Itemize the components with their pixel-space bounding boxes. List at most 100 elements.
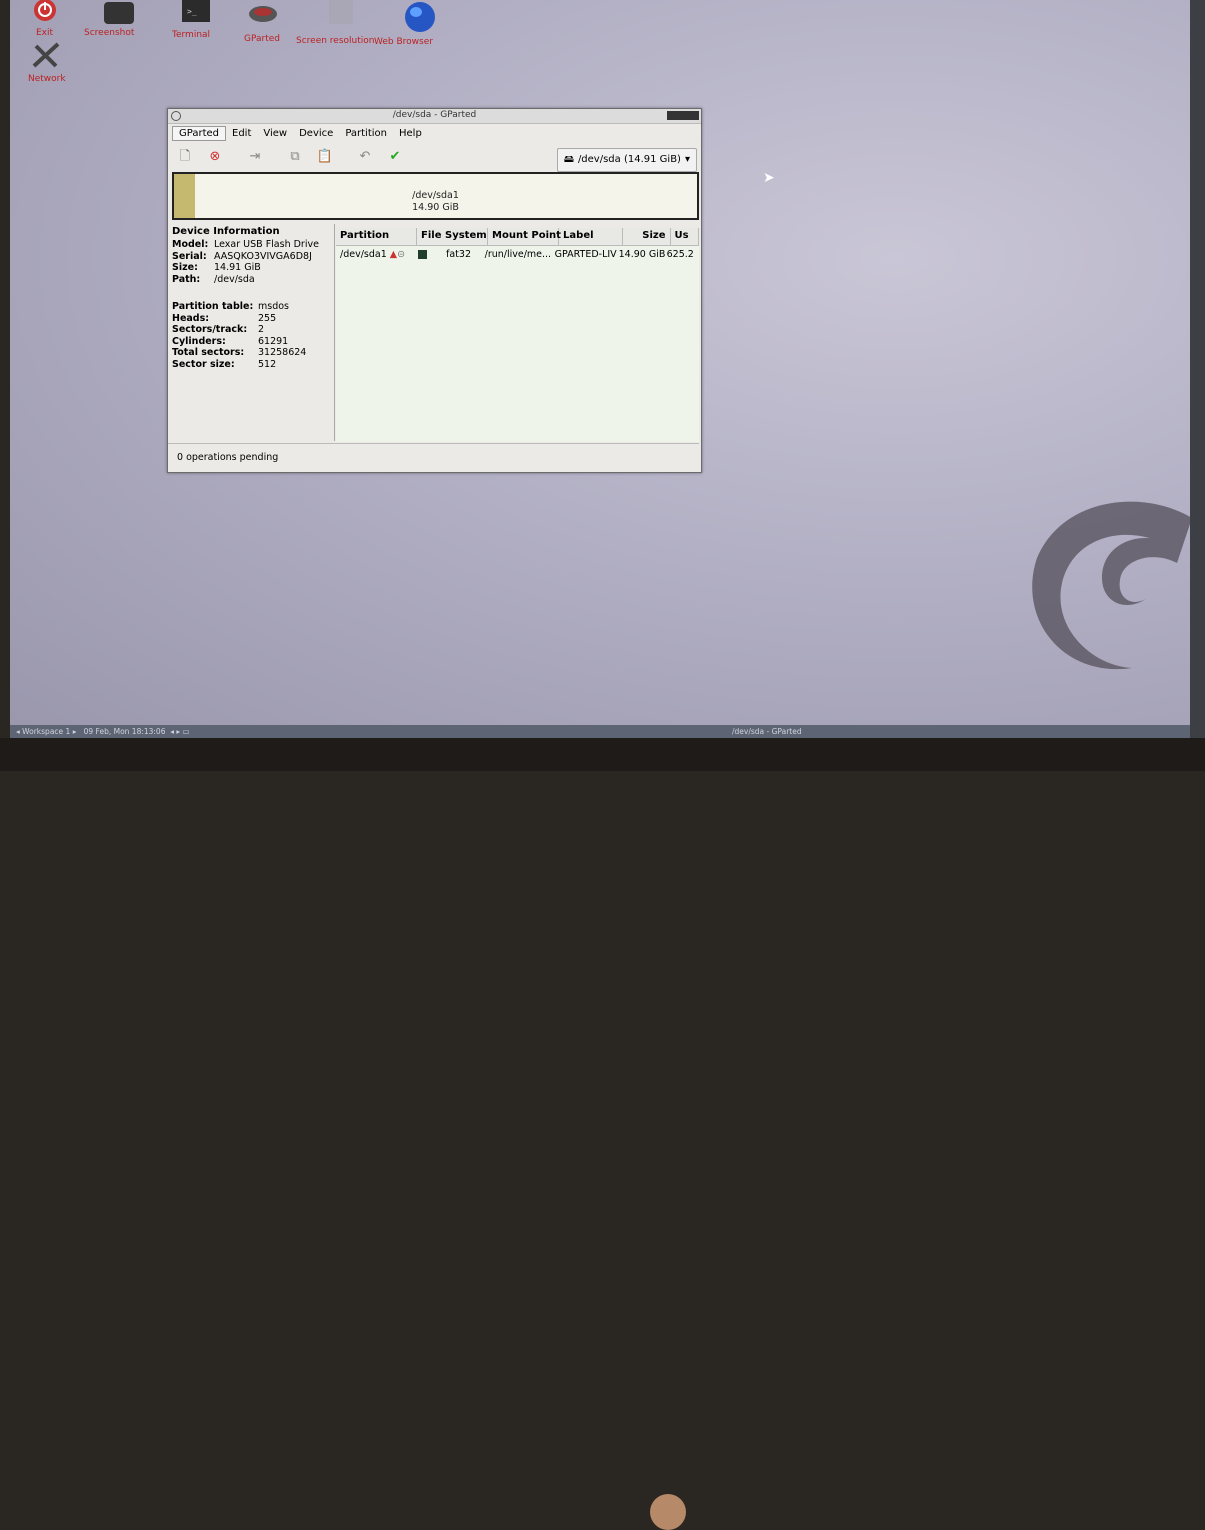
workspace-label: Workspace 1 bbox=[22, 727, 71, 736]
info-total-sectors: Total sectors: 31258624 bbox=[172, 347, 331, 359]
window-controls[interactable] bbox=[667, 111, 699, 120]
exit-label: Exit bbox=[36, 28, 54, 38]
info-key: Total sectors: bbox=[172, 347, 245, 358]
col-partition[interactable]: Partition bbox=[336, 228, 418, 245]
disk-map[interactable]: /dev/sda1 14.90 GiB bbox=[172, 172, 699, 220]
browser-label: Web Browser bbox=[374, 37, 433, 47]
info-partition-table: Partition table: msdos bbox=[172, 301, 331, 313]
desktop: Exit Screenshot >_ Terminal GParted Scre… bbox=[10, 0, 1190, 738]
network-launcher[interactable]: Network bbox=[26, 40, 66, 84]
disk-partition-size: 14.90 GiB bbox=[412, 202, 459, 213]
network-label: Network bbox=[28, 74, 66, 84]
menu-help[interactable]: Help bbox=[393, 127, 428, 140]
info-key: Path: bbox=[172, 273, 201, 285]
resolution-label: Screen resolution bbox=[296, 36, 375, 46]
info-value: msdos bbox=[258, 301, 289, 312]
info-heads: Heads: 255 bbox=[172, 313, 331, 325]
resize-icon[interactable]: ⇥ bbox=[246, 148, 264, 166]
menu-bar: GParted Edit View Device Partition Help bbox=[168, 124, 701, 142]
info-key: Size: bbox=[172, 262, 198, 273]
undo-icon[interactable]: ↶ bbox=[356, 148, 374, 166]
info-key: Serial: bbox=[172, 250, 207, 262]
delete-icon[interactable]: ⊗ bbox=[206, 148, 224, 166]
info-key: Sectors/track: bbox=[172, 324, 248, 335]
info-value: 31258624 bbox=[258, 347, 307, 358]
info-model: Model: Lexar USB Flash Drive bbox=[172, 239, 331, 251]
info-serial: Serial: AASQKO3VIVGA6D8J bbox=[172, 251, 331, 263]
menu-device[interactable]: Device bbox=[293, 127, 339, 140]
partition-list-header: Partition File System Mount Point Label … bbox=[336, 228, 699, 246]
info-value: Lexar USB Flash Drive bbox=[214, 239, 319, 250]
partition-name: /dev/sda1 bbox=[340, 248, 387, 260]
copy-icon[interactable]: ⧉ bbox=[286, 148, 304, 166]
monitor-bezel-right bbox=[1190, 0, 1205, 771]
gparted-icon bbox=[249, 6, 277, 22]
new-icon[interactable]: 🗋 bbox=[176, 148, 194, 166]
disk-icon: 🖴 bbox=[563, 154, 574, 165]
device-selector[interactable]: 🖴 /dev/sda (14.91 GiB) ▾ bbox=[556, 148, 697, 172]
info-key: Heads: bbox=[172, 312, 210, 324]
col-filesystem[interactable]: File System bbox=[417, 228, 489, 245]
debian-logo bbox=[1032, 501, 1190, 670]
apply-icon[interactable]: ✔ bbox=[386, 148, 404, 166]
info-size: Size: 14.91 GiB bbox=[172, 262, 331, 274]
info-path: Path: /dev/sda bbox=[172, 274, 331, 286]
fs-color-swatch bbox=[417, 249, 427, 259]
menu-edit[interactable]: Edit bbox=[226, 127, 257, 140]
disk-map-label: /dev/sda1 14.90 GiB bbox=[174, 190, 697, 214]
info-key: Partition table: bbox=[172, 301, 254, 312]
clock: 09 Feb, Mon 18:13:06 bbox=[83, 727, 166, 736]
info-key: Sector size: bbox=[172, 358, 235, 370]
task-button[interactable]: /dev/sda - GParted bbox=[732, 725, 802, 738]
screenshot-launcher[interactable]: Screenshot bbox=[84, 0, 140, 38]
disk-partition-name: /dev/sda1 bbox=[412, 190, 459, 201]
info-sector-size: Sector size: 512 bbox=[172, 359, 331, 371]
info-key: Model: bbox=[172, 239, 209, 250]
monitor-bezel-bottom bbox=[0, 738, 1205, 1530]
window-title: /dev/sda - GParted bbox=[392, 110, 477, 120]
col-mountpoint[interactable]: Mount Point bbox=[488, 228, 561, 245]
chevron-down-icon: ▾ bbox=[684, 154, 690, 165]
col-size[interactable]: Size bbox=[623, 228, 671, 245]
filesystem-name: fat32 bbox=[446, 248, 471, 260]
info-value: /dev/sda bbox=[214, 273, 255, 285]
info-value: 61291 bbox=[258, 335, 289, 347]
info-value: 2 bbox=[258, 324, 265, 335]
col-label[interactable]: Label bbox=[559, 228, 623, 245]
col-used[interactable]: Us bbox=[671, 228, 699, 245]
gparted-launcher[interactable]: GParted bbox=[238, 0, 288, 44]
gparted-label: GParted bbox=[244, 34, 280, 44]
device-info-panel: Device Information Model: Lexar USB Flash… bbox=[169, 224, 335, 441]
title-bar[interactable]: /dev/sda - GParted bbox=[168, 109, 701, 124]
terminal-icon: >_ bbox=[182, 0, 210, 22]
info-sectors-track: Sectors/track: 2 bbox=[172, 324, 331, 336]
resolution-launcher[interactable]: Screen resolution bbox=[296, 0, 374, 46]
mount-key-icon: ⊝ bbox=[397, 248, 406, 260]
table-row[interactable]: /dev/sda1 ▲⊝ fat32 /run/live/me... GPART… bbox=[336, 246, 699, 262]
screenshot-label: Screenshot bbox=[84, 28, 135, 38]
gparted-window: /dev/sda - GParted GParted Edit View Dev… bbox=[167, 108, 702, 473]
svg-text:>_: >_ bbox=[187, 7, 197, 16]
cell-filesystem: fat32 bbox=[414, 249, 481, 260]
info-value: 14.91 GiB bbox=[214, 262, 261, 273]
cell-label: GPARTED-LIV bbox=[554, 248, 617, 260]
info-value: 255 bbox=[258, 312, 277, 324]
device-select-label: /dev/sda (14.91 GiB) bbox=[577, 154, 681, 165]
hp-logo bbox=[650, 1494, 686, 1530]
info-value: 512 bbox=[258, 358, 277, 370]
cell-partition: /dev/sda1 ▲⊝ bbox=[336, 249, 414, 260]
terminal-launcher[interactable]: >_ Terminal bbox=[166, 0, 216, 40]
menu-partition[interactable]: Partition bbox=[339, 127, 393, 140]
paste-icon[interactable]: 📋 bbox=[316, 148, 334, 166]
cell-used: 625.2 bbox=[666, 248, 694, 260]
menu-view[interactable]: View bbox=[257, 127, 293, 140]
workspace-switcher[interactable]: ◂ Workspace 1 ▸ 09 Feb, Mon 18:13:06 ◂ ▸… bbox=[16, 725, 190, 738]
exit-launcher[interactable]: Exit bbox=[28, 0, 62, 38]
browser-launcher[interactable]: Web Browser bbox=[374, 0, 440, 47]
cell-size: 14.90 GiB bbox=[618, 248, 666, 260]
menu-gparted[interactable]: GParted bbox=[172, 125, 226, 141]
power-icon bbox=[34, 0, 56, 21]
info-key: Cylinders: bbox=[172, 335, 226, 347]
partition-list: Partition File System Mount Point Label … bbox=[336, 228, 699, 442]
terminal-label: Terminal bbox=[172, 30, 211, 40]
